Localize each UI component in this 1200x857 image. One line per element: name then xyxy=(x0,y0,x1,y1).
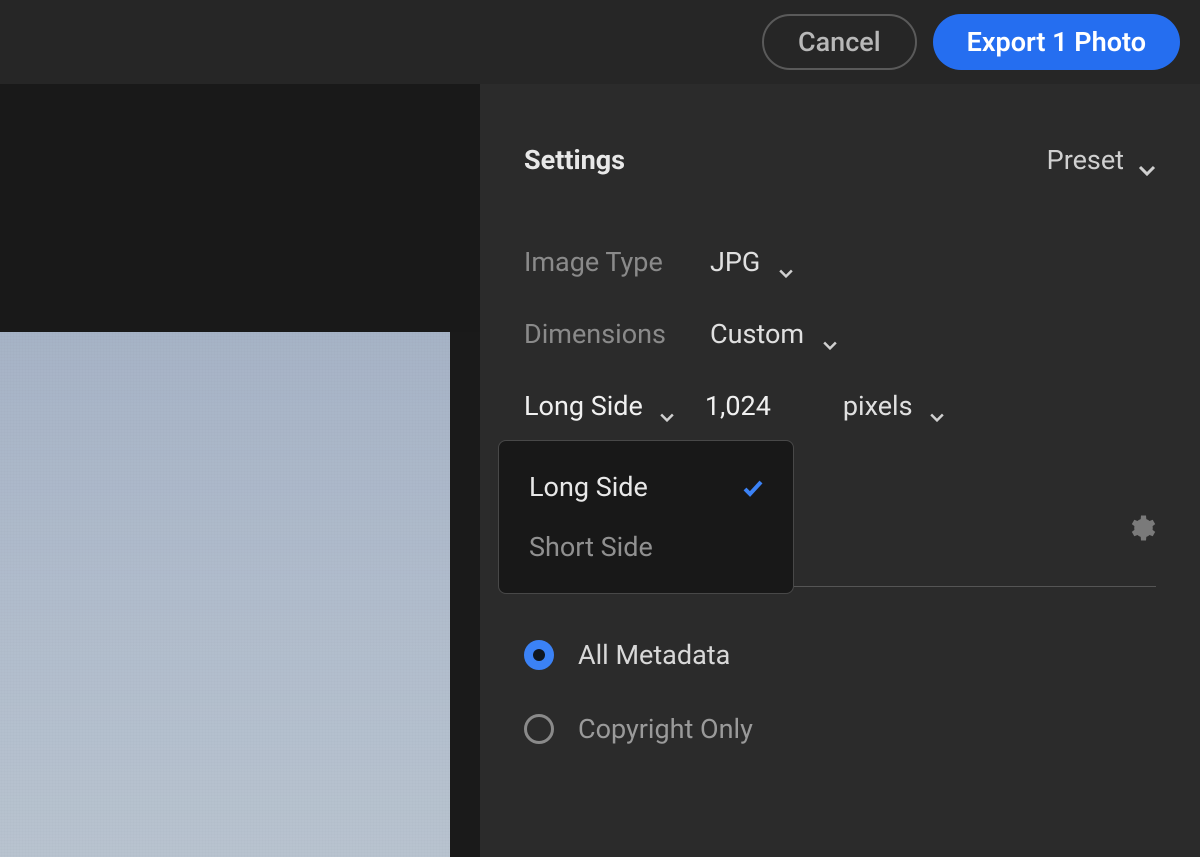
chevron-down-icon xyxy=(929,397,947,415)
settings-panel: Settings Preset Image Type JPG Dimension… xyxy=(480,84,1200,857)
dimensions-value: Custom xyxy=(710,318,804,350)
radio-label: All Metadata xyxy=(578,639,730,671)
chevron-down-icon xyxy=(1138,151,1156,169)
dropdown-item-label: Short Side xyxy=(529,531,653,563)
settings-title: Settings xyxy=(524,144,625,176)
chevron-down-icon xyxy=(659,397,677,415)
check-icon xyxy=(741,475,765,499)
unit-dropdown[interactable]: pixels xyxy=(843,390,947,422)
photo-preview xyxy=(0,332,450,857)
dimensions-row: Dimensions Custom xyxy=(524,318,1156,350)
image-type-value: JPG xyxy=(710,246,760,278)
dimensions-label: Dimensions xyxy=(524,318,710,350)
gear-icon[interactable] xyxy=(1126,513,1156,543)
image-type-dropdown[interactable]: JPG xyxy=(710,246,796,278)
radio-label: Copyright Only xyxy=(578,713,753,745)
radio-copyright-only[interactable]: Copyright Only xyxy=(524,713,1156,745)
preset-label: Preset xyxy=(1047,144,1124,176)
side-dropdown-popup: Long Side Short Side xyxy=(498,440,794,594)
main-area: Settings Preset Image Type JPG Dimension… xyxy=(0,84,1200,857)
metadata-radio-group: All Metadata Copyright Only xyxy=(524,639,1156,745)
export-button[interactable]: Export 1 Photo xyxy=(933,14,1180,70)
dropdown-item-short-side[interactable]: Short Side xyxy=(499,517,793,577)
unit-value: pixels xyxy=(843,390,913,422)
preset-dropdown[interactable]: Preset xyxy=(1047,144,1156,176)
top-toolbar: Cancel Export 1 Photo xyxy=(0,0,1200,84)
radio-indicator xyxy=(524,640,554,670)
radio-all-metadata[interactable]: All Metadata xyxy=(524,639,1156,671)
side-value: Long Side xyxy=(524,390,643,422)
size-row: Long Side pixels xyxy=(524,390,1156,422)
panel-header: Settings Preset xyxy=(524,144,1156,176)
image-type-label: Image Type xyxy=(524,246,710,278)
dimensions-dropdown[interactable]: Custom xyxy=(710,318,840,350)
chevron-down-icon xyxy=(822,325,840,343)
dropdown-item-long-side[interactable]: Long Side xyxy=(499,457,793,517)
chevron-down-icon xyxy=(778,253,796,271)
preview-background xyxy=(0,84,480,332)
cancel-button[interactable]: Cancel xyxy=(762,14,917,70)
side-dropdown[interactable]: Long Side xyxy=(524,390,677,422)
radio-indicator xyxy=(524,714,554,744)
dropdown-item-label: Long Side xyxy=(529,471,648,503)
dimension-value-input[interactable] xyxy=(705,390,795,422)
image-type-row: Image Type JPG xyxy=(524,246,1156,278)
